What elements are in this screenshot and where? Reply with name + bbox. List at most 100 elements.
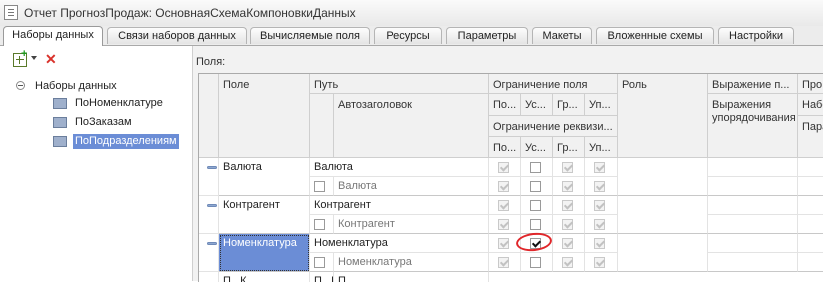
checkbox[interactable] bbox=[530, 219, 541, 230]
cell-attr-condition[interactable] bbox=[521, 177, 553, 196]
cell-attr-order[interactable] bbox=[585, 253, 618, 272]
cell-attr-group[interactable] bbox=[553, 177, 585, 196]
autoheading-checkbox[interactable] bbox=[314, 257, 325, 268]
checkbox[interactable] bbox=[498, 257, 509, 268]
checkbox[interactable] bbox=[594, 181, 605, 192]
cell-ordering[interactable] bbox=[708, 215, 798, 234]
tab-nested-schemas[interactable]: Вложенные схемы bbox=[596, 27, 714, 44]
header-expression[interactable]: Выражение п... bbox=[708, 74, 798, 94]
cell-next-2[interactable] bbox=[798, 253, 823, 272]
autoheading-checkbox[interactable] bbox=[314, 181, 325, 192]
cell-autoheading[interactable]: Контрагент bbox=[334, 215, 489, 234]
cell-role[interactable] bbox=[618, 158, 708, 196]
header-attr-order[interactable]: Уп... bbox=[585, 137, 618, 158]
checkbox[interactable] bbox=[562, 200, 573, 211]
checkbox[interactable] bbox=[562, 162, 573, 173]
cell-restr-order[interactable] bbox=[585, 234, 618, 253]
header-restr-group[interactable]: Гр... bbox=[553, 94, 585, 116]
checkbox[interactable] bbox=[498, 219, 509, 230]
header-autoheading[interactable]: Автозаголовок bbox=[334, 94, 489, 158]
checkbox[interactable] bbox=[594, 219, 605, 230]
cell-next[interactable] bbox=[798, 158, 823, 177]
cell-field-selected[interactable]: Номенклатура bbox=[219, 234, 310, 272]
header-attr-group[interactable]: Гр... bbox=[553, 137, 585, 158]
delete-icon[interactable]: ✕ bbox=[45, 52, 57, 66]
header-attr-restriction[interactable]: Ограничение реквизи... bbox=[489, 116, 618, 137]
header-ordering-expression[interactable]: Выражения упорядочивания bbox=[708, 94, 798, 158]
checkbox[interactable] bbox=[594, 162, 605, 173]
cell-autoheading-check[interactable] bbox=[310, 215, 334, 234]
cell-restr-order[interactable] bbox=[585, 158, 618, 177]
header-attr-condition[interactable]: Ус... bbox=[521, 137, 553, 158]
cell-field[interactable]: Контрагент bbox=[219, 196, 310, 234]
header-next[interactable]: Про bbox=[798, 74, 823, 94]
header-path[interactable]: Путь bbox=[310, 74, 489, 94]
cell-attr-use[interactable] bbox=[489, 177, 521, 196]
checkbox[interactable] bbox=[594, 257, 605, 268]
cell-attr-order[interactable] bbox=[585, 177, 618, 196]
add-dataset-icon[interactable] bbox=[13, 48, 27, 67]
fields-grid[interactable]: Поле Путь Автозаголовок Ограничение поля… bbox=[198, 73, 823, 282]
cell-attr-order[interactable] bbox=[585, 215, 618, 234]
checkbox[interactable] bbox=[530, 200, 541, 211]
row-marker[interactable] bbox=[199, 234, 219, 272]
cell-attr-use[interactable] bbox=[489, 215, 521, 234]
checkbox[interactable] bbox=[498, 162, 509, 173]
cell-attr-group[interactable] bbox=[553, 215, 585, 234]
header-field[interactable]: Поле bbox=[219, 74, 310, 158]
tab-parameters[interactable]: Параметры bbox=[446, 27, 528, 44]
cell-restr-use[interactable] bbox=[489, 196, 521, 215]
checkbox[interactable] bbox=[594, 200, 605, 211]
cell-role[interactable] bbox=[618, 234, 708, 272]
checkbox[interactable] bbox=[530, 181, 541, 192]
cell-path[interactable]: Контрагент bbox=[310, 196, 489, 215]
checkbox[interactable] bbox=[498, 200, 509, 211]
cell-next[interactable] bbox=[798, 196, 823, 215]
cell-autoheading-check[interactable] bbox=[310, 253, 334, 272]
checkbox[interactable] bbox=[562, 238, 573, 249]
cell-path[interactable]: Валюта bbox=[310, 158, 489, 177]
cell-restr-condition[interactable] bbox=[521, 158, 553, 177]
cell-restr-group[interactable] bbox=[553, 196, 585, 215]
tab-settings[interactable]: Настройки bbox=[718, 27, 794, 44]
cell-next[interactable] bbox=[798, 234, 823, 253]
cell-field[interactable]: Валюта bbox=[219, 158, 310, 196]
cell-restr-use[interactable] bbox=[489, 158, 521, 177]
cell-attr-use[interactable] bbox=[489, 253, 521, 272]
row-marker[interactable] bbox=[199, 196, 219, 234]
checkbox[interactable] bbox=[562, 181, 573, 192]
row-marker[interactable] bbox=[199, 158, 219, 196]
header-field-restriction[interactable]: Ограничение поля bbox=[489, 74, 618, 94]
tab-resources[interactable]: Ресурсы bbox=[374, 27, 442, 44]
cell-role[interactable] bbox=[618, 196, 708, 234]
checkbox[interactable] bbox=[530, 257, 541, 268]
checkbox[interactable] bbox=[594, 238, 605, 249]
cell-next-2[interactable] bbox=[798, 177, 823, 196]
cell-restr-group[interactable] bbox=[553, 158, 585, 177]
checkbox[interactable] bbox=[530, 162, 541, 173]
cell-autoheading-check[interactable] bbox=[310, 177, 334, 196]
cell-attr-condition[interactable] bbox=[521, 253, 553, 272]
checkbox[interactable] bbox=[562, 257, 573, 268]
header-attr-use[interactable]: По... bbox=[489, 137, 521, 158]
tab-calculated-fields[interactable]: Вычисляемые поля bbox=[250, 27, 370, 44]
chevron-down-icon[interactable] bbox=[31, 56, 37, 60]
header-restr-use[interactable]: По... bbox=[489, 94, 521, 116]
tab-dataset-links[interactable]: Связи наборов данных bbox=[107, 27, 247, 44]
autoheading-checkbox[interactable] bbox=[314, 219, 325, 230]
tab-datasets[interactable]: Наборы данных bbox=[3, 26, 103, 46]
cell-ordering[interactable] bbox=[708, 253, 798, 272]
cell-expression[interactable] bbox=[708, 234, 798, 253]
cell-restr-condition[interactable] bbox=[521, 196, 553, 215]
collapse-icon[interactable] bbox=[16, 81, 25, 90]
tab-layouts[interactable]: Макеты bbox=[532, 27, 592, 44]
cell-expression[interactable] bbox=[708, 158, 798, 177]
cell-autoheading[interactable]: Номенклатура bbox=[334, 253, 489, 272]
checkbox[interactable] bbox=[498, 238, 509, 249]
header-role[interactable]: Роль bbox=[618, 74, 708, 158]
cell-restr-group[interactable] bbox=[553, 234, 585, 253]
cell-expression[interactable] bbox=[708, 196, 798, 215]
checkbox[interactable] bbox=[498, 181, 509, 192]
header-next-sub2[interactable]: Пара bbox=[798, 116, 823, 158]
cell-attr-group[interactable] bbox=[553, 253, 585, 272]
